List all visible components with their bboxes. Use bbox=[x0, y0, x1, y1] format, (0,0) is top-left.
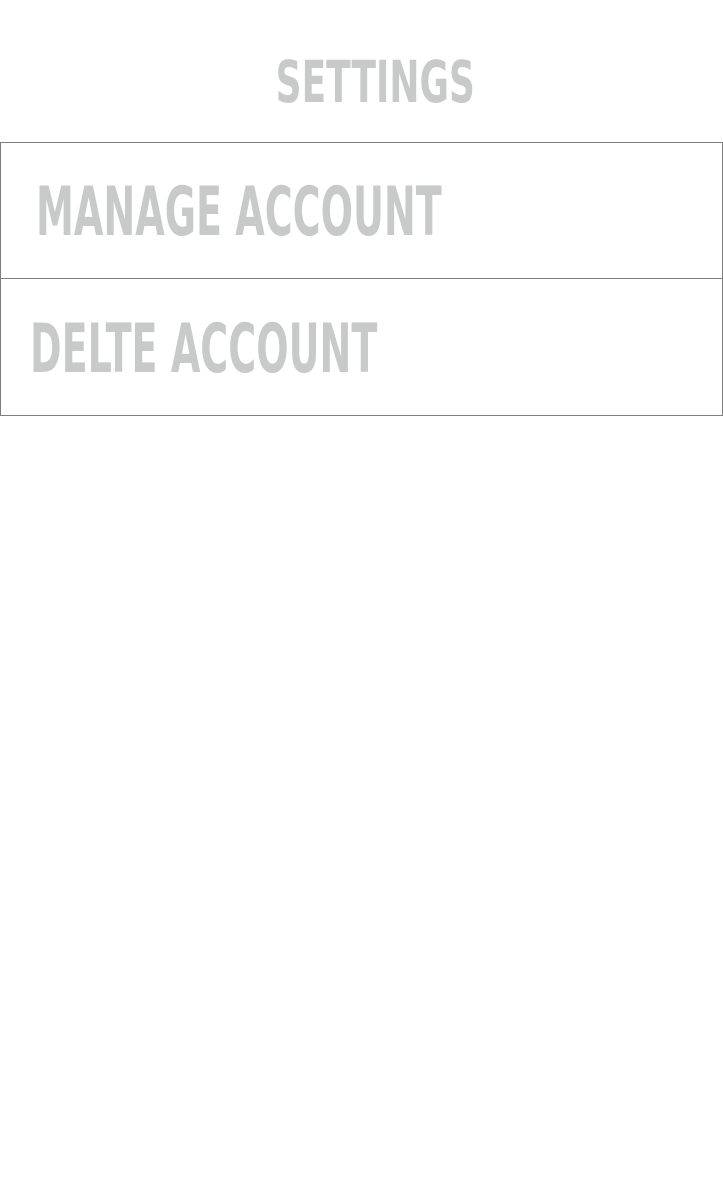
settings-screen: SETTINGS MANAGE ACCOUNT DELTE ACCOUNT bbox=[0, 0, 723, 1200]
manage-account-label: MANAGE ACCOUNT bbox=[36, 173, 442, 252]
delete-account-label: DELTE ACCOUNT bbox=[30, 310, 378, 389]
delete-account-button[interactable]: DELTE ACCOUNT bbox=[1, 278, 722, 415]
manage-account-button[interactable]: MANAGE ACCOUNT bbox=[1, 143, 722, 278]
page-title: SETTINGS bbox=[275, 48, 475, 116]
settings-menu: MANAGE ACCOUNT DELTE ACCOUNT bbox=[0, 142, 723, 416]
